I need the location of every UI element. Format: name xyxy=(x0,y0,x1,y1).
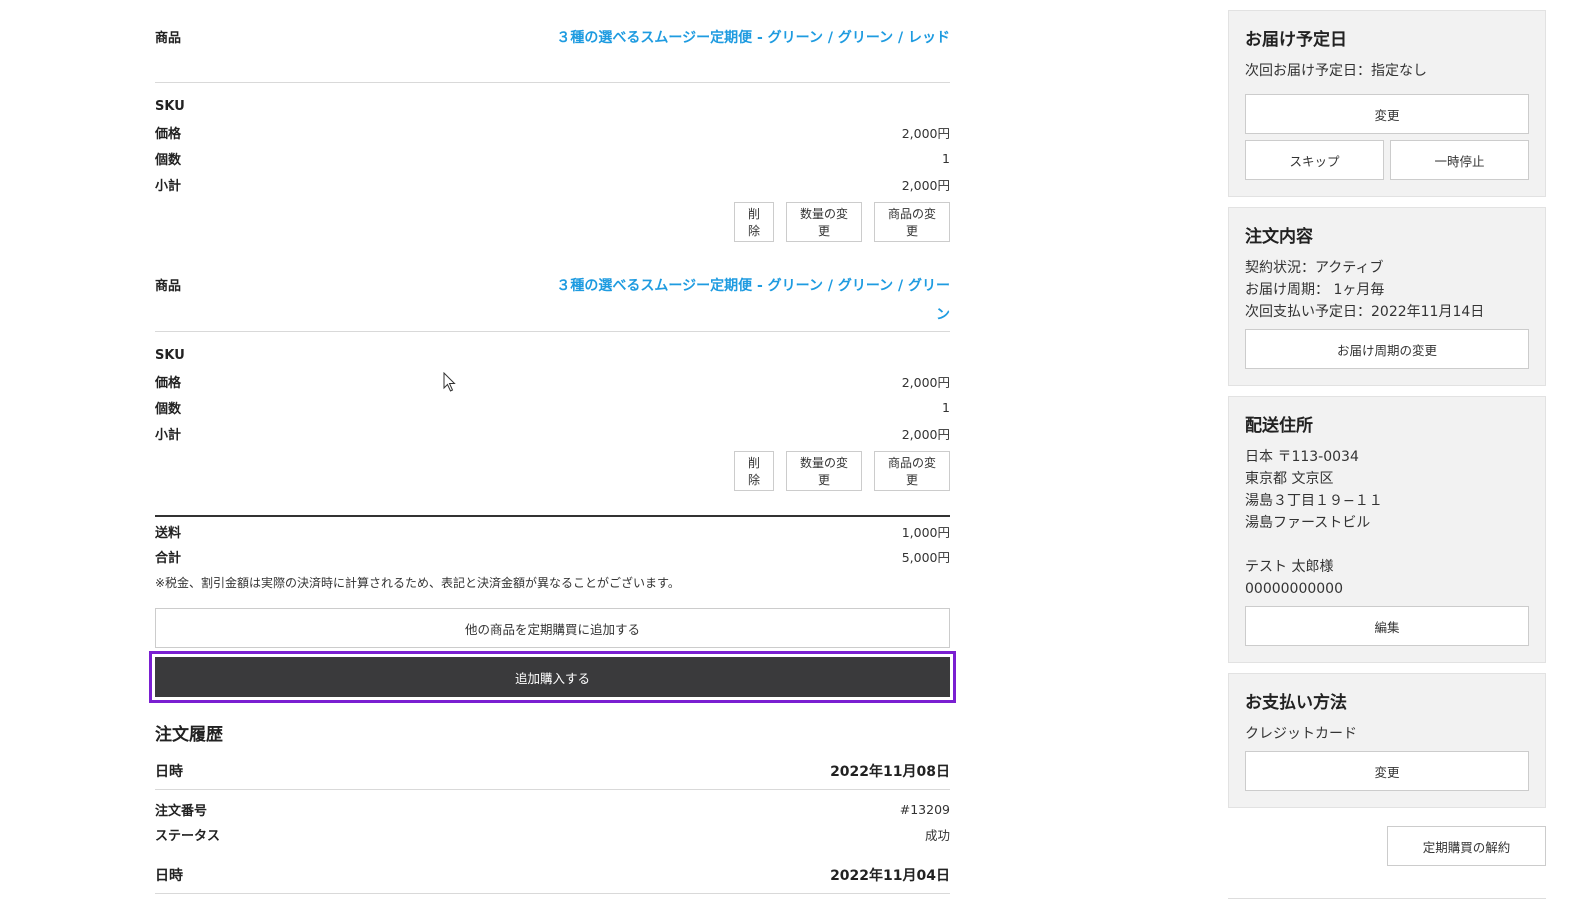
date-label: 日時 xyxy=(155,868,183,884)
recipient-name: テスト 太郎様 xyxy=(1245,559,1334,575)
pause-button[interactable]: 一時停止 xyxy=(1390,140,1529,180)
date-value: 2022年11月04日 xyxy=(830,868,950,884)
cancel-subscription-button[interactable]: 定期購買の解約 xyxy=(1387,826,1546,866)
status-row: ステータス 成功 xyxy=(155,824,950,844)
price-value: 2,000円 xyxy=(901,374,950,390)
price-row: 価格 2,000円 xyxy=(155,371,950,391)
product-name-link[interactable]: ３種の選べるスムージー定期便 - グリーン / グリーン / グリーン xyxy=(550,272,950,331)
address-line: 東京都 文京区 xyxy=(1245,471,1334,487)
payment-method-card: お支払い方法 クレジットカード 変更 xyxy=(1228,673,1546,808)
sku-row: SKU xyxy=(155,345,950,365)
shipping-row: 送料 1,000円 xyxy=(155,521,950,541)
skip-button[interactable]: スキップ xyxy=(1245,140,1384,180)
shipping-label: 送料 xyxy=(155,525,182,541)
delivery-title: お届け予定日 xyxy=(1245,30,1347,50)
qty-value: 1 xyxy=(942,150,950,166)
sidebar: お届け予定日 次回お届け予定日：指定なし 変更 スキップ 一時停止 注文内容 契… xyxy=(1228,10,1546,818)
status-label: ステータス xyxy=(155,828,221,844)
delete-button[interactable]: 削除 xyxy=(734,202,774,242)
edit-address-button[interactable]: 編集 xyxy=(1245,606,1529,646)
price-row: 価格 2,000円 xyxy=(155,122,950,142)
shipping-address-card: 配送住所 日本 〒113-0034 東京都 文京区 湯島３丁目１９−１１ 湯島フ… xyxy=(1228,396,1546,663)
sidebar-bottom-divider xyxy=(1228,898,1546,899)
delete-button[interactable]: 削除 xyxy=(734,451,774,491)
date-value: 2022年11月08日 xyxy=(830,764,950,780)
subtotal-value: 2,000円 xyxy=(901,426,950,442)
product-name-link[interactable]: ３種の選べるスムージー定期便 - グリーン / グリーン / レッド xyxy=(550,25,950,82)
qty-value: 1 xyxy=(942,399,950,415)
qty-row: 個数 1 xyxy=(155,397,950,417)
date-label: 日時 xyxy=(155,764,183,780)
qty-row: 個数 1 xyxy=(155,148,950,168)
delivery-change-button[interactable]: 変更 xyxy=(1245,94,1529,134)
payment-method-title: お支払い方法 xyxy=(1245,693,1347,713)
history-date-row: 日時 2022年11月04日 xyxy=(155,865,950,894)
address-spacer xyxy=(1245,534,1529,556)
subtotal-value: 2,000円 xyxy=(901,177,950,193)
mouse-cursor-icon xyxy=(443,372,456,392)
item-actions: 削除 数量の変更 商品の変更 xyxy=(734,451,950,491)
item-product-row: 商品 ３種の選べるスムージー定期便 - グリーン / グリーン / グリーン xyxy=(155,276,950,332)
item-product-row: 商品 ３種の選べるスムージー定期便 - グリーン / グリーン / レッド xyxy=(155,28,950,83)
qty-label: 個数 xyxy=(155,152,182,168)
subtotal-label: 小計 xyxy=(155,427,182,443)
shipping-value: 1,000円 xyxy=(901,524,950,540)
order-details-card: 注文内容 契約状況：アクティブ お届け周期： 1ヶ月毎 次回支払い予定日：202… xyxy=(1228,207,1546,386)
subtotal-row: 小計 2,000円 xyxy=(155,174,950,194)
address-line: 湯島ファーストビル xyxy=(1245,515,1371,531)
shipping-address-title: 配送住所 xyxy=(1245,416,1313,436)
recipient-phone: 00000000000 xyxy=(1245,581,1343,597)
add-purchase-button[interactable]: 追加購入する xyxy=(155,657,950,697)
order-number-value: #13209 xyxy=(899,801,950,817)
change-cycle-button[interactable]: お届け周期の変更 xyxy=(1245,329,1529,369)
sku-label: SKU xyxy=(155,98,185,114)
payment-change-button[interactable]: 変更 xyxy=(1245,751,1529,791)
sku-label: SKU xyxy=(155,347,185,363)
status-value: 成功 xyxy=(924,827,950,843)
qty-label: 個数 xyxy=(155,401,182,417)
total-label: 合計 xyxy=(155,550,182,566)
order-details-title: 注文内容 xyxy=(1245,227,1313,247)
next-payment-date: 次回支払い予定日：2022年11月14日 xyxy=(1245,304,1485,320)
order-number-label: 注文番号 xyxy=(155,803,208,819)
delivery-cycle: お届け周期： 1ヶ月毎 xyxy=(1245,282,1385,298)
item-actions: 削除 数量の変更 商品の変更 xyxy=(734,202,950,242)
change-quantity-button[interactable]: 数量の変更 xyxy=(786,451,862,491)
price-label: 価格 xyxy=(155,375,182,391)
delivery-action-row: スキップ 一時停止 xyxy=(1245,134,1529,180)
change-product-button[interactable]: 商品の変更 xyxy=(874,451,950,491)
change-product-button[interactable]: 商品の変更 xyxy=(874,202,950,242)
address-line: 湯島３丁目１９−１１ xyxy=(1245,493,1383,509)
subtotal-row: 小計 2,000円 xyxy=(155,423,950,443)
tax-note: ※税金、割引金額は実際の決済時に計算されるため、表記と決済金額が異なることがござ… xyxy=(155,576,680,590)
address-line: 日本 〒113-0034 xyxy=(1245,449,1359,465)
payment-method-value: クレジットカード xyxy=(1245,726,1357,742)
order-history-title: 注文履歴 xyxy=(155,725,223,745)
sku-row: SKU xyxy=(155,96,950,116)
next-delivery-text: 次回お届け予定日：指定なし xyxy=(1245,63,1427,79)
totals-divider xyxy=(155,515,950,517)
price-label: 価格 xyxy=(155,126,182,142)
total-row: 合計 5,000円 xyxy=(155,546,950,566)
total-value: 5,000円 xyxy=(901,549,950,565)
price-value: 2,000円 xyxy=(901,125,950,141)
change-quantity-button[interactable]: 数量の変更 xyxy=(786,202,862,242)
delivery-card: お届け予定日 次回お届け予定日：指定なし 変更 スキップ 一時停止 xyxy=(1228,10,1546,197)
product-label: 商品 xyxy=(155,279,182,294)
subtotal-label: 小計 xyxy=(155,178,182,194)
product-label: 商品 xyxy=(155,31,182,46)
order-number-row: 注文番号 #13209 xyxy=(155,799,950,819)
history-date-row: 日時 2022年11月08日 xyxy=(155,761,950,790)
contract-status: 契約状況：アクティブ xyxy=(1245,260,1384,276)
add-other-product-button[interactable]: 他の商品を定期購買に追加する xyxy=(155,608,950,648)
